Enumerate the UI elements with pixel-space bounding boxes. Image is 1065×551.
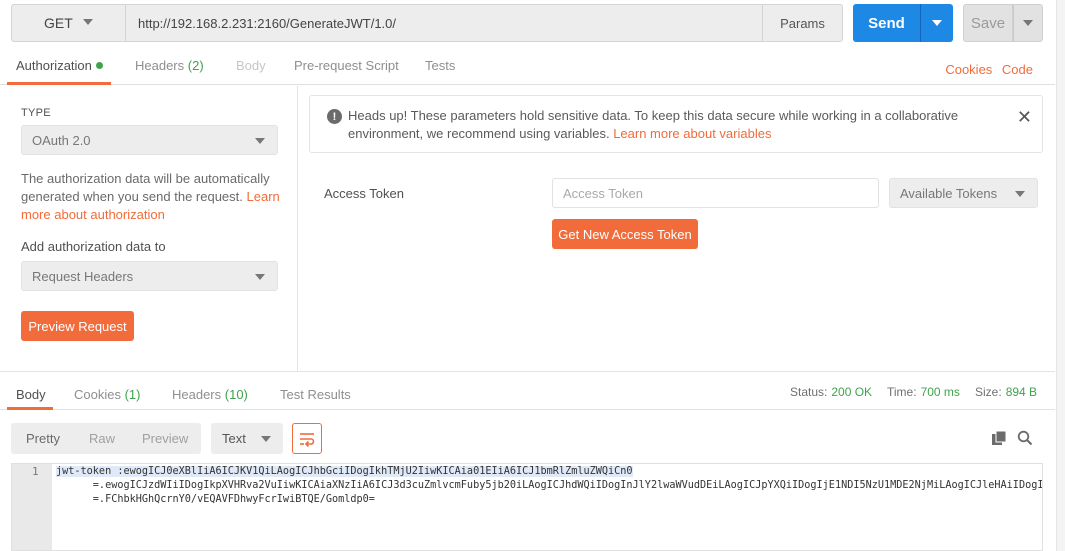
notice-text: Heads up! These parameters hold sensitiv…	[348, 107, 988, 143]
time-value: 700 ms	[920, 385, 960, 399]
auth-type-select[interactable]: OAuth 2.0	[21, 125, 278, 155]
response-tabs: Body Cookies (1) Headers (10) Test Resul…	[0, 372, 1055, 410]
chevron-down-icon	[83, 19, 93, 25]
cookies-link[interactable]: Cookies	[945, 62, 992, 77]
chevron-down-icon	[932, 20, 942, 26]
tab-headers-count: (2)	[187, 58, 204, 73]
params-button[interactable]: Params	[762, 4, 843, 42]
available-tokens-value: Available Tokens	[900, 185, 998, 201]
tab-authorization-label: Authorization	[16, 58, 92, 73]
line-number: 1	[32, 465, 39, 478]
access-token-label: Access Token	[324, 186, 404, 201]
response-line: =.ewogICJzdWIiIDogIkpXVHRva2VuIiwKICAiaX…	[92, 480, 1043, 491]
size-value: 894 B	[1005, 385, 1038, 399]
chevron-down-icon	[261, 436, 271, 442]
active-response-tab-indicator	[7, 407, 53, 410]
tab-headers-label: Headers	[135, 58, 185, 73]
preview-request-button[interactable]: Preview Request	[21, 311, 134, 341]
time-label: Time:	[887, 385, 917, 399]
code-link[interactable]: Code	[1002, 62, 1033, 77]
status-value: 200 OK	[831, 385, 873, 399]
top-links: Cookies Code	[939, 62, 1033, 77]
info-icon: !	[327, 109, 342, 124]
tab-prerequest-script[interactable]: Pre-request Script	[294, 58, 399, 73]
tab-authorization[interactable]: Authorization	[16, 58, 103, 73]
response-tab-cookies[interactable]: Cookies (1)	[74, 387, 140, 402]
auth-type-value: OAuth 2.0	[32, 132, 91, 148]
tab-headers[interactable]: Headers (2)	[135, 58, 204, 73]
method-select[interactable]: GET	[11, 4, 126, 42]
size-label: Size:	[975, 385, 1002, 399]
save-options-button[interactable]	[1013, 4, 1043, 42]
response-tab-cookies-count: (1)	[124, 387, 141, 402]
time-readout: Time: 700 ms	[887, 385, 960, 399]
sensitive-data-notice: ! Heads up! These parameters hold sensit…	[309, 95, 1043, 153]
response-tab-cookies-label: Cookies	[74, 387, 121, 402]
response-body-viewer[interactable]: 1 jwt-token :ewogICJ0eXBlIiA6ICJKV1QiLAo…	[11, 463, 1043, 551]
response-tab-headers[interactable]: Headers (10)	[172, 387, 248, 402]
copy-icon[interactable]	[991, 430, 1007, 446]
add-auth-select[interactable]: Request Headers	[21, 261, 278, 291]
add-auth-label: Add authorization data to	[21, 239, 166, 254]
status-readout: Status: 200 OK	[790, 385, 872, 399]
response-body-text: jwt-token :ewogICJ0eXBlIiA6ICJKV1QiLAogI…	[56, 465, 1043, 507]
auth-description: The authorization data will be automatic…	[21, 170, 281, 224]
view-raw-button[interactable]: Raw	[89, 431, 115, 446]
url-input[interactable]: http://192.168.2.231:2160/GenerateJWT/1.…	[126, 4, 763, 42]
search-icon[interactable]	[1017, 430, 1033, 446]
chevron-down-icon	[255, 138, 265, 144]
request-tabs: Authorization Headers (2) Body Pre-reque…	[0, 48, 1055, 85]
line-number-gutter: 1	[12, 464, 52, 550]
tab-tests[interactable]: Tests	[425, 58, 455, 73]
chevron-down-icon	[1023, 20, 1033, 26]
page-scrollbar[interactable]	[1056, 0, 1065, 551]
auth-description-text: The authorization data will be automatic…	[21, 171, 270, 204]
tab-body[interactable]: Body	[236, 58, 266, 73]
view-mode-bar: Pretty Raw Preview	[11, 423, 201, 454]
active-dot-icon	[95, 62, 103, 69]
view-preview-button[interactable]: Preview	[142, 431, 188, 446]
format-value: Text	[222, 431, 246, 446]
size-readout: Size: 894 B	[975, 385, 1037, 399]
status-label: Status:	[790, 385, 828, 399]
get-new-token-button[interactable]: Get New Access Token	[552, 219, 698, 249]
chevron-down-icon	[1015, 191, 1025, 197]
auth-type-panel: TYPE OAuth 2.0 The authorization data wi…	[0, 86, 298, 371]
chevron-down-icon	[255, 274, 265, 280]
close-icon[interactable]: ✕	[1017, 107, 1032, 128]
view-pretty-button[interactable]: Pretty	[26, 431, 60, 446]
type-label: TYPE	[21, 107, 51, 119]
wrap-lines-icon	[300, 432, 315, 447]
access-token-input[interactable]	[552, 178, 879, 208]
format-select[interactable]: Text	[211, 423, 283, 454]
active-tab-indicator	[7, 82, 111, 85]
available-tokens-select[interactable]: Available Tokens	[889, 178, 1038, 208]
response-tab-body[interactable]: Body	[16, 387, 46, 402]
response-line: jwt-token :ewogICJ0eXBlIiA6ICJKV1QiLAogI…	[56, 466, 633, 477]
send-options-button[interactable]	[920, 4, 953, 42]
response-tab-headers-count: (10)	[224, 387, 248, 402]
send-button[interactable]: Send	[853, 4, 920, 42]
request-bar: GET http://192.168.2.231:2160/GenerateJW…	[0, 0, 1065, 46]
learn-more-variables-link[interactable]: Learn more about variables	[613, 126, 771, 141]
save-button[interactable]: Save	[963, 4, 1013, 42]
response-tab-test-results[interactable]: Test Results	[280, 387, 351, 402]
wrap-lines-button[interactable]	[292, 423, 322, 454]
method-value: GET	[44, 15, 73, 31]
response-line: =.FChbkHGhQcrnY0/vEQAVFDhwyFcrIwiBTQE/Go…	[56, 494, 375, 505]
add-auth-value: Request Headers	[32, 268, 134, 284]
url-value: http://192.168.2.231:2160/GenerateJWT/1.…	[138, 15, 397, 31]
response-tab-headers-label: Headers	[172, 387, 222, 402]
